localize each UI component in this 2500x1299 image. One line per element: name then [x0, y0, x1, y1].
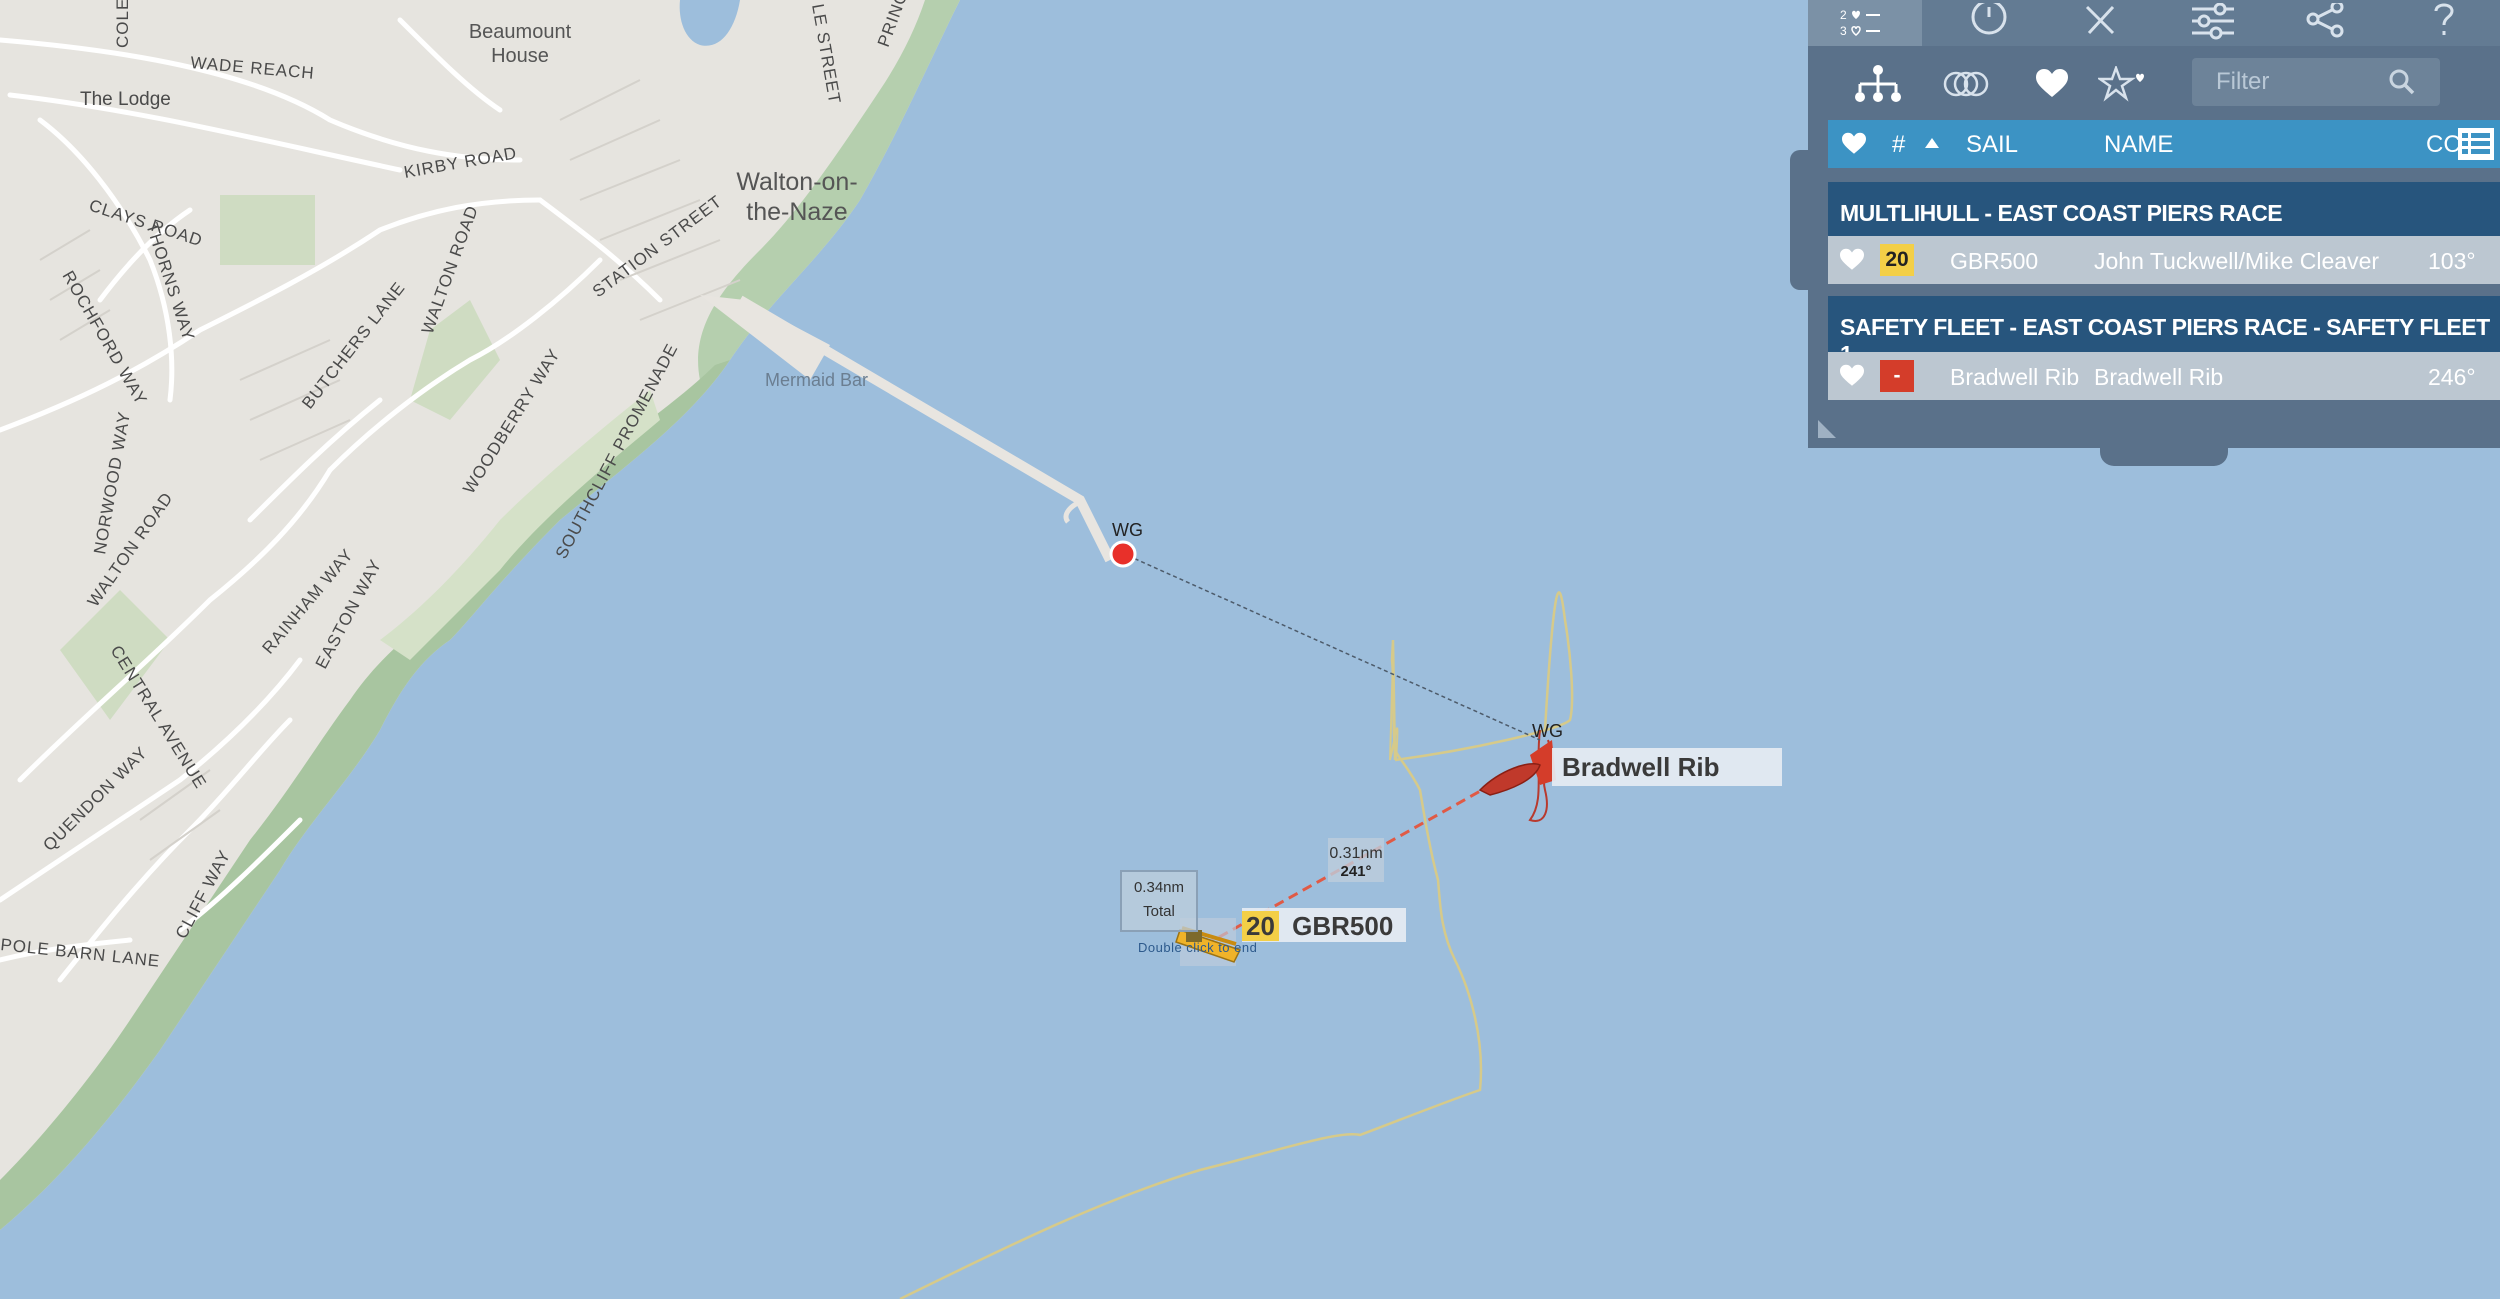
wg-mark[interactable] — [1109, 540, 1137, 568]
place-label: Beaumount — [469, 21, 572, 43]
resize-corner-icon[interactable] — [1818, 420, 1836, 438]
wg-mark-label: WG — [1532, 721, 1563, 741]
leaderboard-icon: 23 — [1840, 8, 1880, 38]
gbr500-sail: GBR500 — [1292, 911, 1394, 941]
sort-asc-icon[interactable] — [1924, 136, 1940, 150]
race-panel: 23 # — [1808, 0, 2500, 448]
favourites-button[interactable] — [2024, 64, 2080, 104]
place-label: Mermaid Bar — [765, 370, 868, 390]
col-cc[interactable]: CC — [2426, 131, 2461, 159]
classes-button[interactable] — [1938, 64, 1994, 104]
help-tab[interactable] — [2408, 0, 2478, 46]
speed-tab[interactable] — [1944, 0, 2034, 46]
place-label: House — [491, 45, 549, 67]
svg-text:2: 2 — [1840, 8, 1847, 22]
star-heart-icon — [2098, 66, 2144, 102]
sliders-icon — [2192, 3, 2234, 40]
add-favourite-button[interactable] — [2094, 64, 2150, 104]
col-name[interactable]: NAME — [2104, 131, 2173, 159]
total-label: Total — [1143, 903, 1175, 920]
tools-tab[interactable] — [2056, 0, 2146, 46]
rib-name: Bradwell Rib — [1562, 752, 1720, 782]
panel-drawer-handle[interactable] — [2100, 440, 2228, 466]
entry-name: John Tuckwell/Mike Cleaver — [2094, 248, 2380, 274]
park — [220, 195, 315, 265]
road-label: The Lodge — [80, 89, 171, 110]
rings-icon — [1943, 71, 1989, 97]
fleet-tree-button[interactable] — [1850, 64, 1906, 104]
gbr500-number: 20 — [1242, 911, 1279, 941]
heart-icon[interactable] — [1840, 248, 1864, 272]
search-icon[interactable] — [2386, 66, 2418, 98]
settings-tab[interactable] — [2168, 0, 2258, 46]
entry-row[interactable]: 20 GBR500 John Tuckwell/Mike Cleaver 103… — [1828, 236, 2500, 284]
share-icon — [2306, 3, 2344, 38]
share-tab[interactable] — [2280, 0, 2370, 46]
tools-icon — [2085, 5, 2115, 35]
rib-label[interactable]: Bradwell Rib — [1552, 748, 1782, 786]
double-click-hint: Double click to end — [1138, 940, 1258, 955]
road-label: COLES — [113, 0, 132, 48]
wg-mark-label: WG — [1112, 520, 1143, 540]
gauge-icon — [1971, 3, 2007, 35]
entry-number-badge: 20 — [1880, 244, 1914, 276]
measure-distance: 0.31nm — [1329, 845, 1382, 862]
entry-number-badge: - — [1880, 360, 1914, 392]
col-num[interactable]: # — [1892, 131, 1905, 159]
group-header[interactable]: SAFETY FLEET - EAST COAST PIERS RACE - S… — [1828, 296, 2500, 367]
entry-sail: GBR500 — [1950, 248, 2039, 274]
help-icon — [2434, 3, 2454, 35]
entry-cc: 246° — [2428, 364, 2476, 390]
place-label: the-Naze — [746, 198, 847, 226]
entry-sail: Bradwell Rib — [1950, 364, 2080, 390]
heart-icon — [2036, 69, 2068, 97]
leaderboard-tab[interactable]: 23 — [1808, 0, 1922, 46]
heart-icon[interactable] — [1840, 364, 1864, 388]
place-label: Walton-on- — [736, 168, 857, 196]
entry-row[interactable]: - Bradwell Rib Bradwell Rib 246° — [1828, 352, 2500, 400]
entry-cc: 103° — [2428, 248, 2476, 274]
svg-text:3: 3 — [1840, 24, 1847, 38]
total-distance-box: 0.34nm Total — [1120, 870, 1198, 932]
group-title: MULTLIHULL - EAST COAST PIERS RACE — [1840, 200, 2283, 226]
hierarchy-icon — [1855, 65, 1901, 102]
col-sail[interactable]: SAIL — [1966, 131, 2018, 159]
panel-toolbar: 23 — [1808, 0, 2500, 46]
heart-icon[interactable] — [1842, 132, 1866, 156]
gbr500-label[interactable]: 20 GBR500 — [1242, 908, 1406, 942]
entry-name: Bradwell Rib — [2094, 364, 2224, 390]
total-distance: 0.34nm — [1133, 879, 1185, 896]
column-header: # SAIL NAME CC — [1828, 120, 2500, 168]
measure-bearing: 241° — [1340, 863, 1371, 880]
columns-menu-icon[interactable] — [2458, 128, 2494, 160]
